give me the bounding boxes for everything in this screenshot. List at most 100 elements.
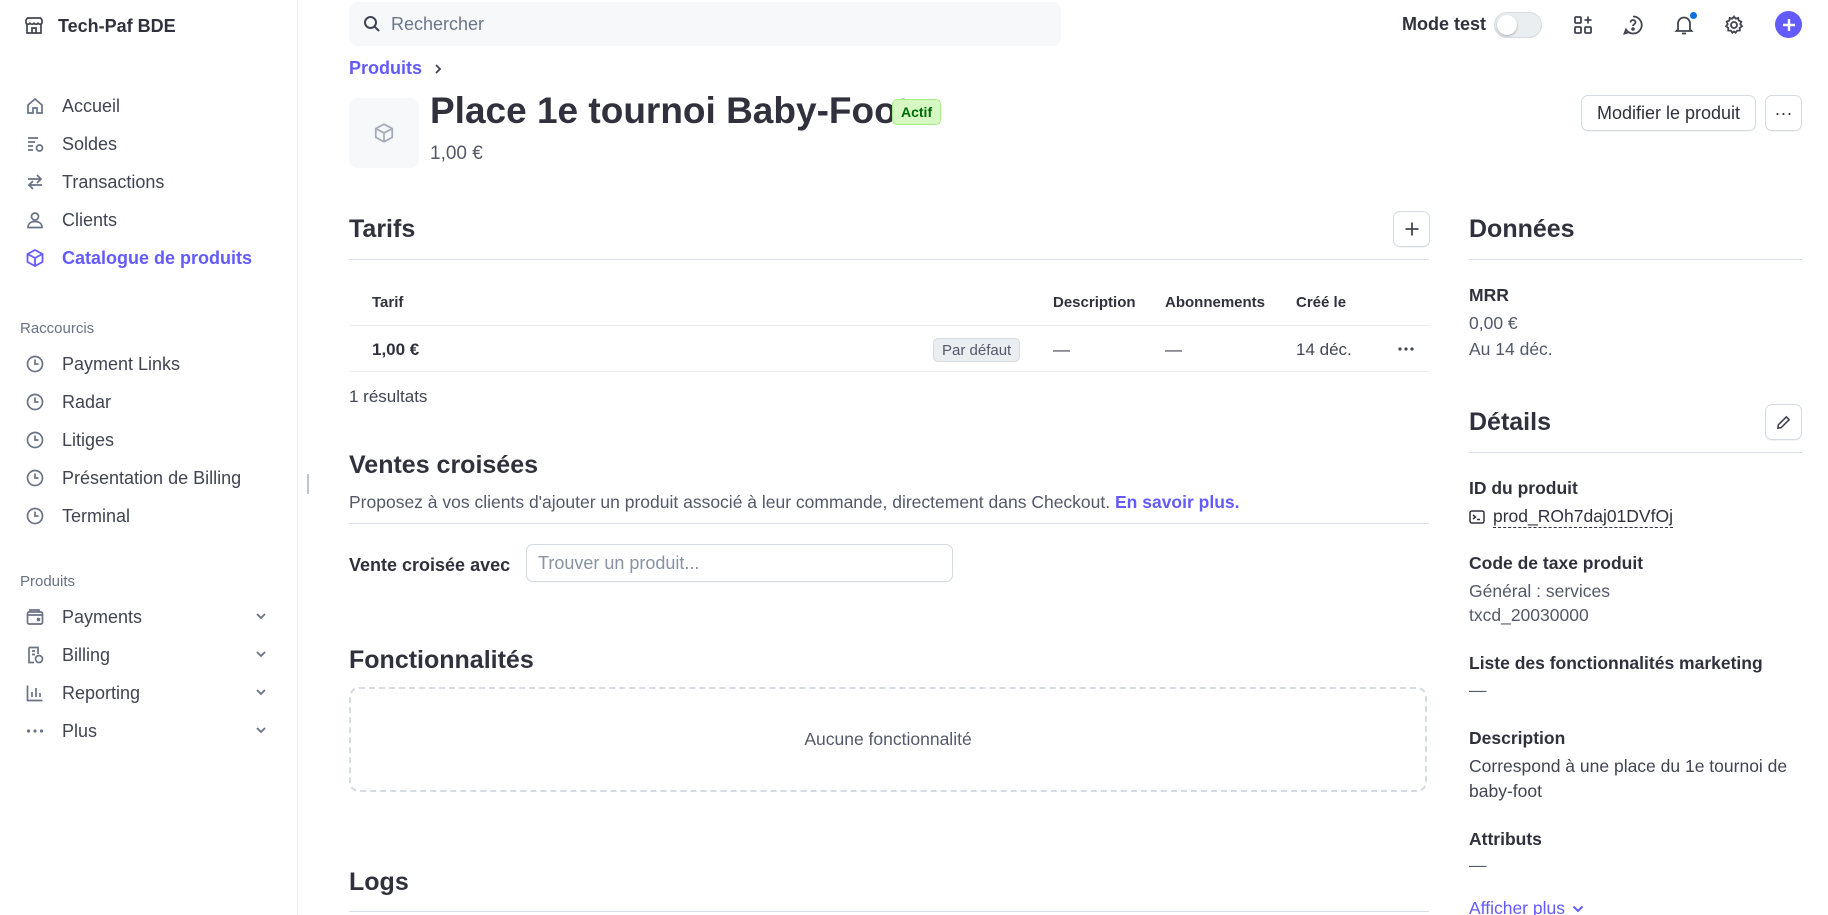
- product-id-value[interactable]: prod_ROh7daj01DVfOj: [1493, 506, 1673, 528]
- arrows-icon: [24, 171, 46, 193]
- cross-sell-product-input[interactable]: [526, 544, 953, 582]
- tax-code-name: Général : services: [1469, 581, 1611, 601]
- description-label: Description: [1469, 728, 1566, 748]
- column-header-abonnements[interactable]: Abonnements: [1165, 294, 1265, 311]
- edit-details-button[interactable]: [1765, 404, 1802, 440]
- dots-icon: [24, 720, 46, 742]
- chevron-down-icon[interactable]: [254, 685, 268, 699]
- mode-test-label: Mode test: [1402, 14, 1487, 34]
- mode-test-toggle[interactable]: [1494, 12, 1542, 38]
- sidebar-item-label: Plus: [62, 720, 98, 741]
- search-input[interactable]: [391, 13, 1031, 35]
- create-button[interactable]: [1775, 11, 1802, 38]
- clock-icon: [24, 505, 46, 527]
- shortcuts-label: Raccourcis: [20, 320, 95, 337]
- sidebar-item-label: Transactions: [62, 171, 165, 192]
- column-header-description[interactable]: Description: [1053, 294, 1136, 311]
- box-icon: [373, 122, 395, 144]
- sidebar-item-label: Présentation de Billing: [62, 467, 242, 488]
- cross-sell-text: Proposez à vos clients d'ajouter un prod…: [349, 492, 1111, 512]
- chevron-down-icon[interactable]: [254, 609, 268, 623]
- sidebar-item-litiges[interactable]: Litiges: [0, 421, 298, 459]
- sidebar-item-clients[interactable]: Clients: [0, 201, 298, 239]
- learn-more-link[interactable]: En savoir plus.: [1115, 492, 1239, 512]
- cross-sell-field-label: Vente croisée avec: [349, 555, 511, 575]
- sidebar-item-billing[interactable]: Billing: [0, 636, 298, 674]
- sidebar-item-reporting[interactable]: Reporting: [0, 674, 298, 712]
- sidebar-item-label: Clients: [62, 209, 118, 230]
- apps-icon[interactable]: [1570, 12, 1596, 38]
- sidebar-item-catalogue[interactable]: Catalogue de produits: [0, 239, 298, 277]
- clock-icon: [24, 391, 46, 413]
- description-line-2: baby-foot: [1469, 781, 1542, 801]
- default-badge: Par défaut: [933, 338, 1021, 362]
- sidebar-item-terminal[interactable]: Terminal: [0, 497, 298, 535]
- plus-icon: [1404, 221, 1420, 237]
- add-price-button[interactable]: [1393, 211, 1430, 247]
- help-icon[interactable]: [1620, 12, 1646, 38]
- toggle-knob: [1497, 15, 1517, 35]
- sidebar-item-accueil[interactable]: Accueil: [0, 87, 298, 125]
- cross-sell-description: Proposez à vos clients d'ajouter un prod…: [349, 492, 1239, 513]
- notifications-icon[interactable]: [1671, 12, 1697, 38]
- clock-icon: [24, 467, 46, 489]
- org-switcher[interactable]: Tech-Paf BDE: [24, 12, 176, 40]
- page-title: Place 1e tournoi Baby-Foot: [430, 90, 910, 131]
- chart-icon: [24, 682, 46, 704]
- shortcuts-nav: Payment Links Radar Litiges Présentation…: [0, 345, 298, 535]
- mrr-label: MRR: [1469, 285, 1509, 305]
- gear-icon[interactable]: [1721, 12, 1747, 38]
- divider: [349, 523, 1429, 524]
- sidebar-item-payment-links[interactable]: Payment Links: [0, 345, 298, 383]
- divider: [349, 325, 1429, 326]
- sidebar-item-label: Litiges: [62, 429, 115, 450]
- org-name: Tech-Paf BDE: [58, 15, 176, 36]
- sidebar-item-soldes[interactable]: Soldes: [0, 125, 298, 163]
- divider: [349, 911, 1429, 912]
- sidebar-item-transactions[interactable]: Transactions: [0, 163, 298, 201]
- sidebar-item-payments[interactable]: Payments: [0, 598, 298, 636]
- chevron-down-icon: [1571, 902, 1585, 915]
- divider: [1469, 259, 1802, 260]
- row-more-button[interactable]: [1393, 336, 1419, 362]
- results-count: 1 résultats: [349, 387, 428, 406]
- search-bar[interactable]: [349, 2, 1061, 46]
- tax-code-value: txcd_20030000: [1469, 605, 1589, 625]
- more-actions-button[interactable]: ···: [1765, 95, 1802, 131]
- section-title-features: Fonctionnalités: [349, 646, 534, 674]
- price-subscriptions: —: [1165, 340, 1182, 359]
- sidebar-item-label: Accueil: [62, 95, 121, 116]
- product-id[interactable]: prod_ROh7daj01DVfOj: [1469, 506, 1673, 528]
- price-created: 14 déc.: [1296, 340, 1352, 359]
- price-amount: 1,00 €: [372, 340, 420, 359]
- main-nav: Accueil Soldes Transactions Clients Cata…: [0, 87, 298, 277]
- plus-icon: [1782, 18, 1796, 32]
- sidebar: Tech-Paf BDE Accueil Soldes Transactions…: [0, 0, 298, 915]
- home-icon: [24, 95, 46, 117]
- chevron-down-icon[interactable]: [254, 723, 268, 737]
- marketing-features-value: —: [1469, 680, 1487, 700]
- tax-code-label: Code de taxe produit: [1469, 553, 1644, 573]
- breadcrumb-link-produits[interactable]: Produits: [349, 58, 422, 79]
- product-image: [349, 98, 419, 168]
- receipt-icon: [24, 644, 46, 666]
- show-more-link[interactable]: Afficher plus: [1469, 898, 1585, 915]
- clock-icon: [24, 353, 46, 375]
- chevron-down-icon[interactable]: [254, 647, 268, 661]
- description-line-1: Correspond à une place du 1e tournoi de: [1469, 756, 1788, 776]
- sidebar-item-plus[interactable]: Plus: [0, 712, 298, 750]
- column-header-cree-le[interactable]: Créé le: [1296, 294, 1346, 311]
- product-price: 1,00 €: [430, 143, 483, 164]
- sidebar-item-billing-overview[interactable]: Présentation de Billing: [0, 459, 298, 497]
- box-icon: [24, 247, 46, 269]
- sidebar-item-label: Payment Links: [62, 353, 181, 374]
- breadcrumb: Produits: [349, 58, 444, 79]
- product-id-label: ID du produit: [1469, 478, 1578, 498]
- sidebar-item-radar[interactable]: Radar: [0, 383, 298, 421]
- column-header-tarif[interactable]: Tarif: [372, 294, 403, 311]
- marketing-features-label: Liste des fonctionnalités marketing: [1469, 653, 1763, 673]
- wallet-icon: [24, 606, 46, 628]
- sidebar-resize-handle[interactable]: [307, 474, 309, 494]
- notification-dot: [1690, 12, 1697, 19]
- edit-product-button[interactable]: Modifier le produit: [1581, 95, 1756, 131]
